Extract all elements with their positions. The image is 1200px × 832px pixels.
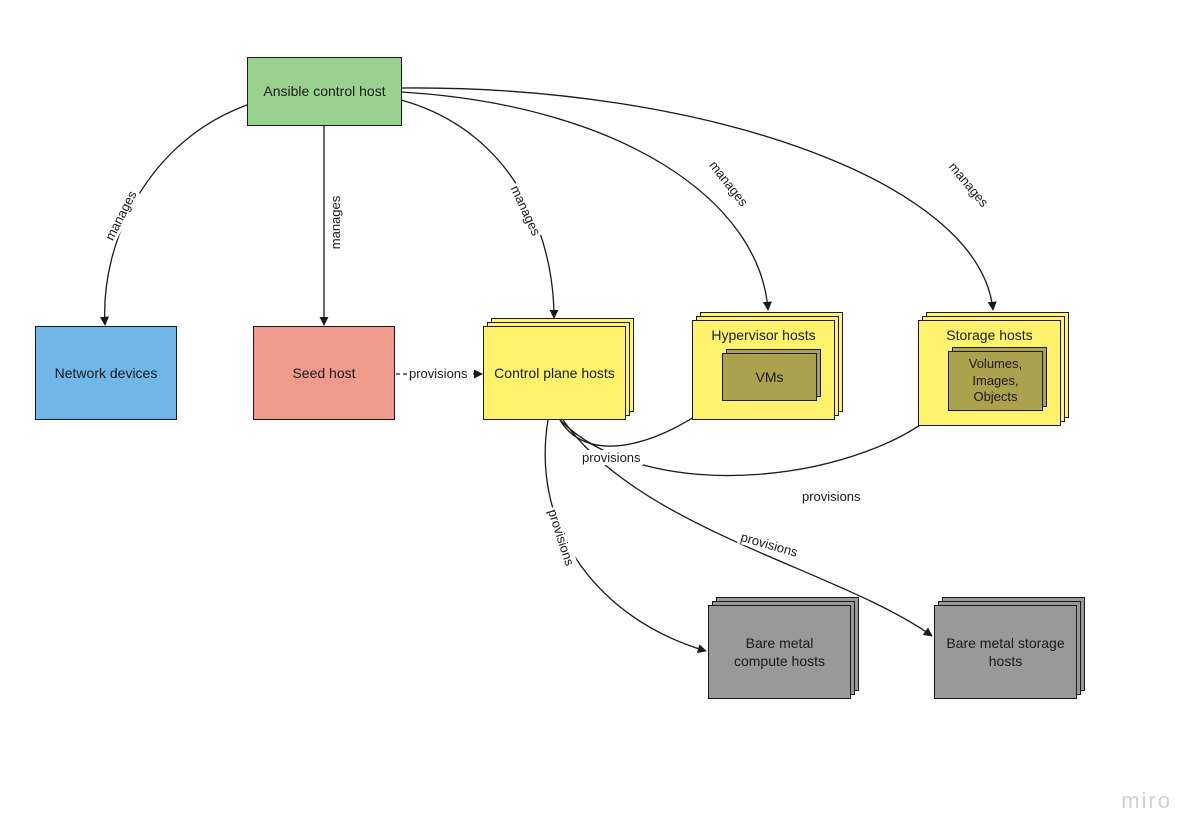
edge-ansible-storage bbox=[401, 88, 993, 310]
node-label: Bare metal compute hosts bbox=[717, 634, 842, 670]
node-network-devices: Network devices bbox=[35, 326, 177, 420]
node-label: Bare metal storage hosts bbox=[943, 634, 1068, 670]
diagram-canvas: manages manages manages manages manages … bbox=[0, 0, 1200, 832]
node-seed-host: Seed host bbox=[253, 326, 395, 420]
node-volumes: Volumes, Images, Objects bbox=[948, 351, 1043, 411]
label-provisions-bm-compute: provisions bbox=[544, 505, 578, 569]
node-label: Control plane hosts bbox=[494, 364, 615, 382]
node-label: Volumes, Images, Objects bbox=[957, 356, 1034, 407]
node-control-plane-hosts: Control plane hosts bbox=[483, 326, 626, 420]
node-ansible-control-host: Ansible control host bbox=[247, 57, 402, 126]
edge-ansible-hypervisor bbox=[401, 92, 768, 310]
label-provisions-volumes: provisions bbox=[800, 489, 863, 504]
label-manages-control: manages bbox=[507, 181, 545, 239]
node-label: Storage hosts bbox=[919, 327, 1060, 343]
label-manages-seed: manages bbox=[328, 194, 343, 251]
label-provisions-vms: provisions bbox=[580, 450, 643, 465]
node-vms: VMs bbox=[722, 353, 817, 401]
label-manages-hypervisor: manages bbox=[705, 156, 752, 211]
node-label: Network devices bbox=[55, 364, 158, 382]
node-label: Ansible control host bbox=[263, 82, 385, 100]
node-label: VMs bbox=[756, 368, 784, 386]
label-provisions-bm-storage: provisions bbox=[737, 529, 801, 561]
node-bare-metal-compute-hosts: Bare metal compute hosts bbox=[708, 605, 851, 699]
label-manages-storage: manages bbox=[945, 158, 993, 212]
branding-logo: miro bbox=[1121, 788, 1172, 814]
node-label: Seed host bbox=[292, 364, 355, 382]
node-label: Hypervisor hosts bbox=[693, 327, 834, 343]
label-manages-network: manages bbox=[101, 186, 140, 244]
label-provisions-seed-control: provisions bbox=[407, 366, 470, 381]
node-bare-metal-storage-hosts: Bare metal storage hosts bbox=[934, 605, 1077, 699]
